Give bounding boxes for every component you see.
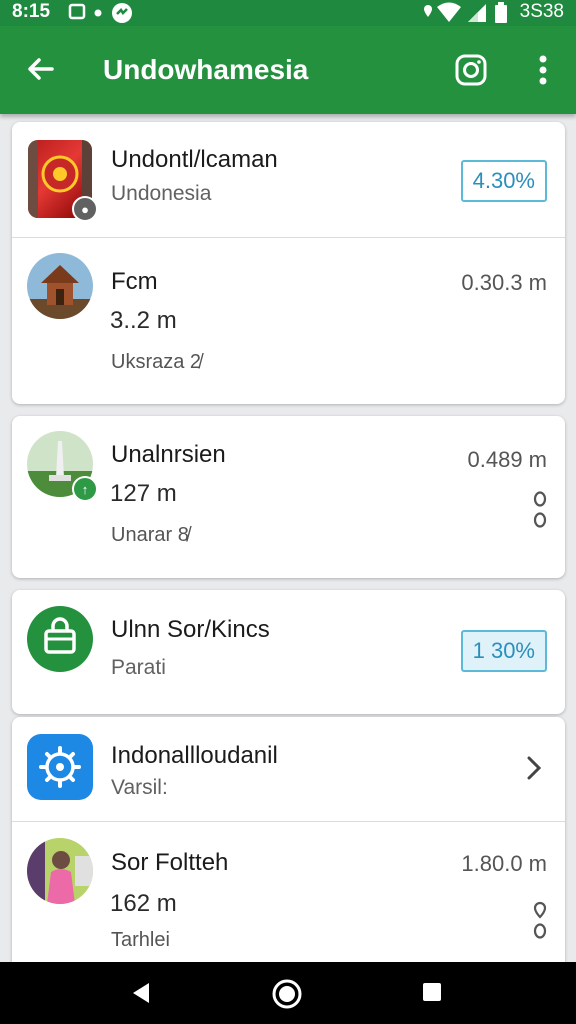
- item-name: Ulnn Sor/Kincs: [111, 616, 270, 643]
- shopping-bag-icon: [27, 606, 93, 672]
- list-item[interactable]: Sor Foltteh 162 m Tarhlei 1.80.0 m: [12, 822, 565, 977]
- nav-back-icon[interactable]: [129, 980, 153, 1006]
- arrow-up-badge-icon: ↑: [72, 476, 98, 502]
- place-card: ↑ Unalnrsien 127 m Unarar 8̸ 0.489 m: [12, 416, 565, 578]
- place-card: ● Undontl/lcaman Undonesia 4.30% Fcm 3..…: [12, 122, 565, 404]
- notification-icon: [68, 3, 86, 20]
- item-tag: Tarhlei: [111, 929, 170, 951]
- item-name: Fcm: [111, 268, 158, 295]
- nav-recents-icon[interactable]: [421, 981, 443, 1003]
- item-value: 0.30.3 m: [461, 270, 547, 295]
- app-notification-icon: [112, 3, 132, 23]
- status-time: 8:15: [12, 1, 51, 22]
- location-pin-icon[interactable]: [533, 900, 547, 940]
- place-card: Ulnn Sor/Kincs Parati 1 30%: [12, 590, 565, 714]
- wifi-icon: [437, 2, 461, 22]
- item-distance: 127 m: [110, 480, 177, 507]
- item-subtitle: Undonesia: [111, 182, 212, 205]
- item-distance: 3..2 m: [110, 307, 177, 334]
- item-name: Indonallloudanil: [111, 742, 278, 769]
- item-value: 1.80.0 m: [461, 851, 547, 876]
- item-tag: Unarar 8̸: [111, 524, 189, 546]
- system-nav-bar: [0, 962, 576, 1024]
- percentage-badge: 4.30%: [460, 160, 547, 202]
- place-card: Indonallloudanil Varsil: Sor Foltteh 162…: [12, 717, 565, 977]
- dot-icon: [94, 9, 102, 17]
- chevron-right-icon[interactable]: [525, 755, 543, 781]
- item-name: Undontl/lcaman: [111, 146, 278, 173]
- list-item[interactable]: ● Undontl/lcaman Undonesia 4.30%: [12, 122, 565, 237]
- item-distance: 162 m: [110, 890, 177, 917]
- location-icon: [424, 5, 432, 17]
- item-name: Sor Foltteh: [111, 849, 229, 876]
- more-options-icon[interactable]: [526, 51, 560, 89]
- status-bar: 8:15 3S38: [0, 0, 576, 26]
- settings-gear-icon: [27, 734, 93, 800]
- list-item[interactable]: Indonallloudanil Varsil:: [12, 717, 565, 821]
- page-title: Undowhamesia: [103, 54, 309, 85]
- camera-icon[interactable]: [452, 51, 490, 89]
- item-name: Unalnrsien: [111, 441, 226, 468]
- item-subtitle: Parati: [111, 656, 166, 679]
- signal-icon: [468, 4, 486, 22]
- list-item[interactable]: Fcm 3..2 m Uksraza 2̸ 0.30.3 m: [12, 238, 565, 404]
- settings-badge-icon: ●: [72, 196, 98, 222]
- list-item[interactable]: Ulnn Sor/Kincs Parati 1 30%: [12, 590, 565, 714]
- list-item[interactable]: ↑ Unalnrsien 127 m Unarar 8̸ 0.489 m: [12, 416, 565, 578]
- item-tag: Uksraza 2̸: [111, 351, 202, 373]
- percentage-badge: 1 30%: [460, 630, 547, 672]
- app-bar: Undowhamesia: [0, 26, 576, 114]
- nav-home-icon[interactable]: [271, 978, 303, 1010]
- item-value: 0.489 m: [467, 447, 548, 472]
- back-arrow-icon[interactable]: [24, 52, 58, 86]
- status-right-text: 3S38: [519, 1, 564, 22]
- location-pin-icon[interactable]: [533, 489, 547, 529]
- place-thumbnail: [27, 253, 93, 319]
- battery-icon: [495, 2, 507, 23]
- place-thumbnail: [27, 838, 93, 904]
- item-subtitle: Varsil:: [111, 776, 168, 799]
